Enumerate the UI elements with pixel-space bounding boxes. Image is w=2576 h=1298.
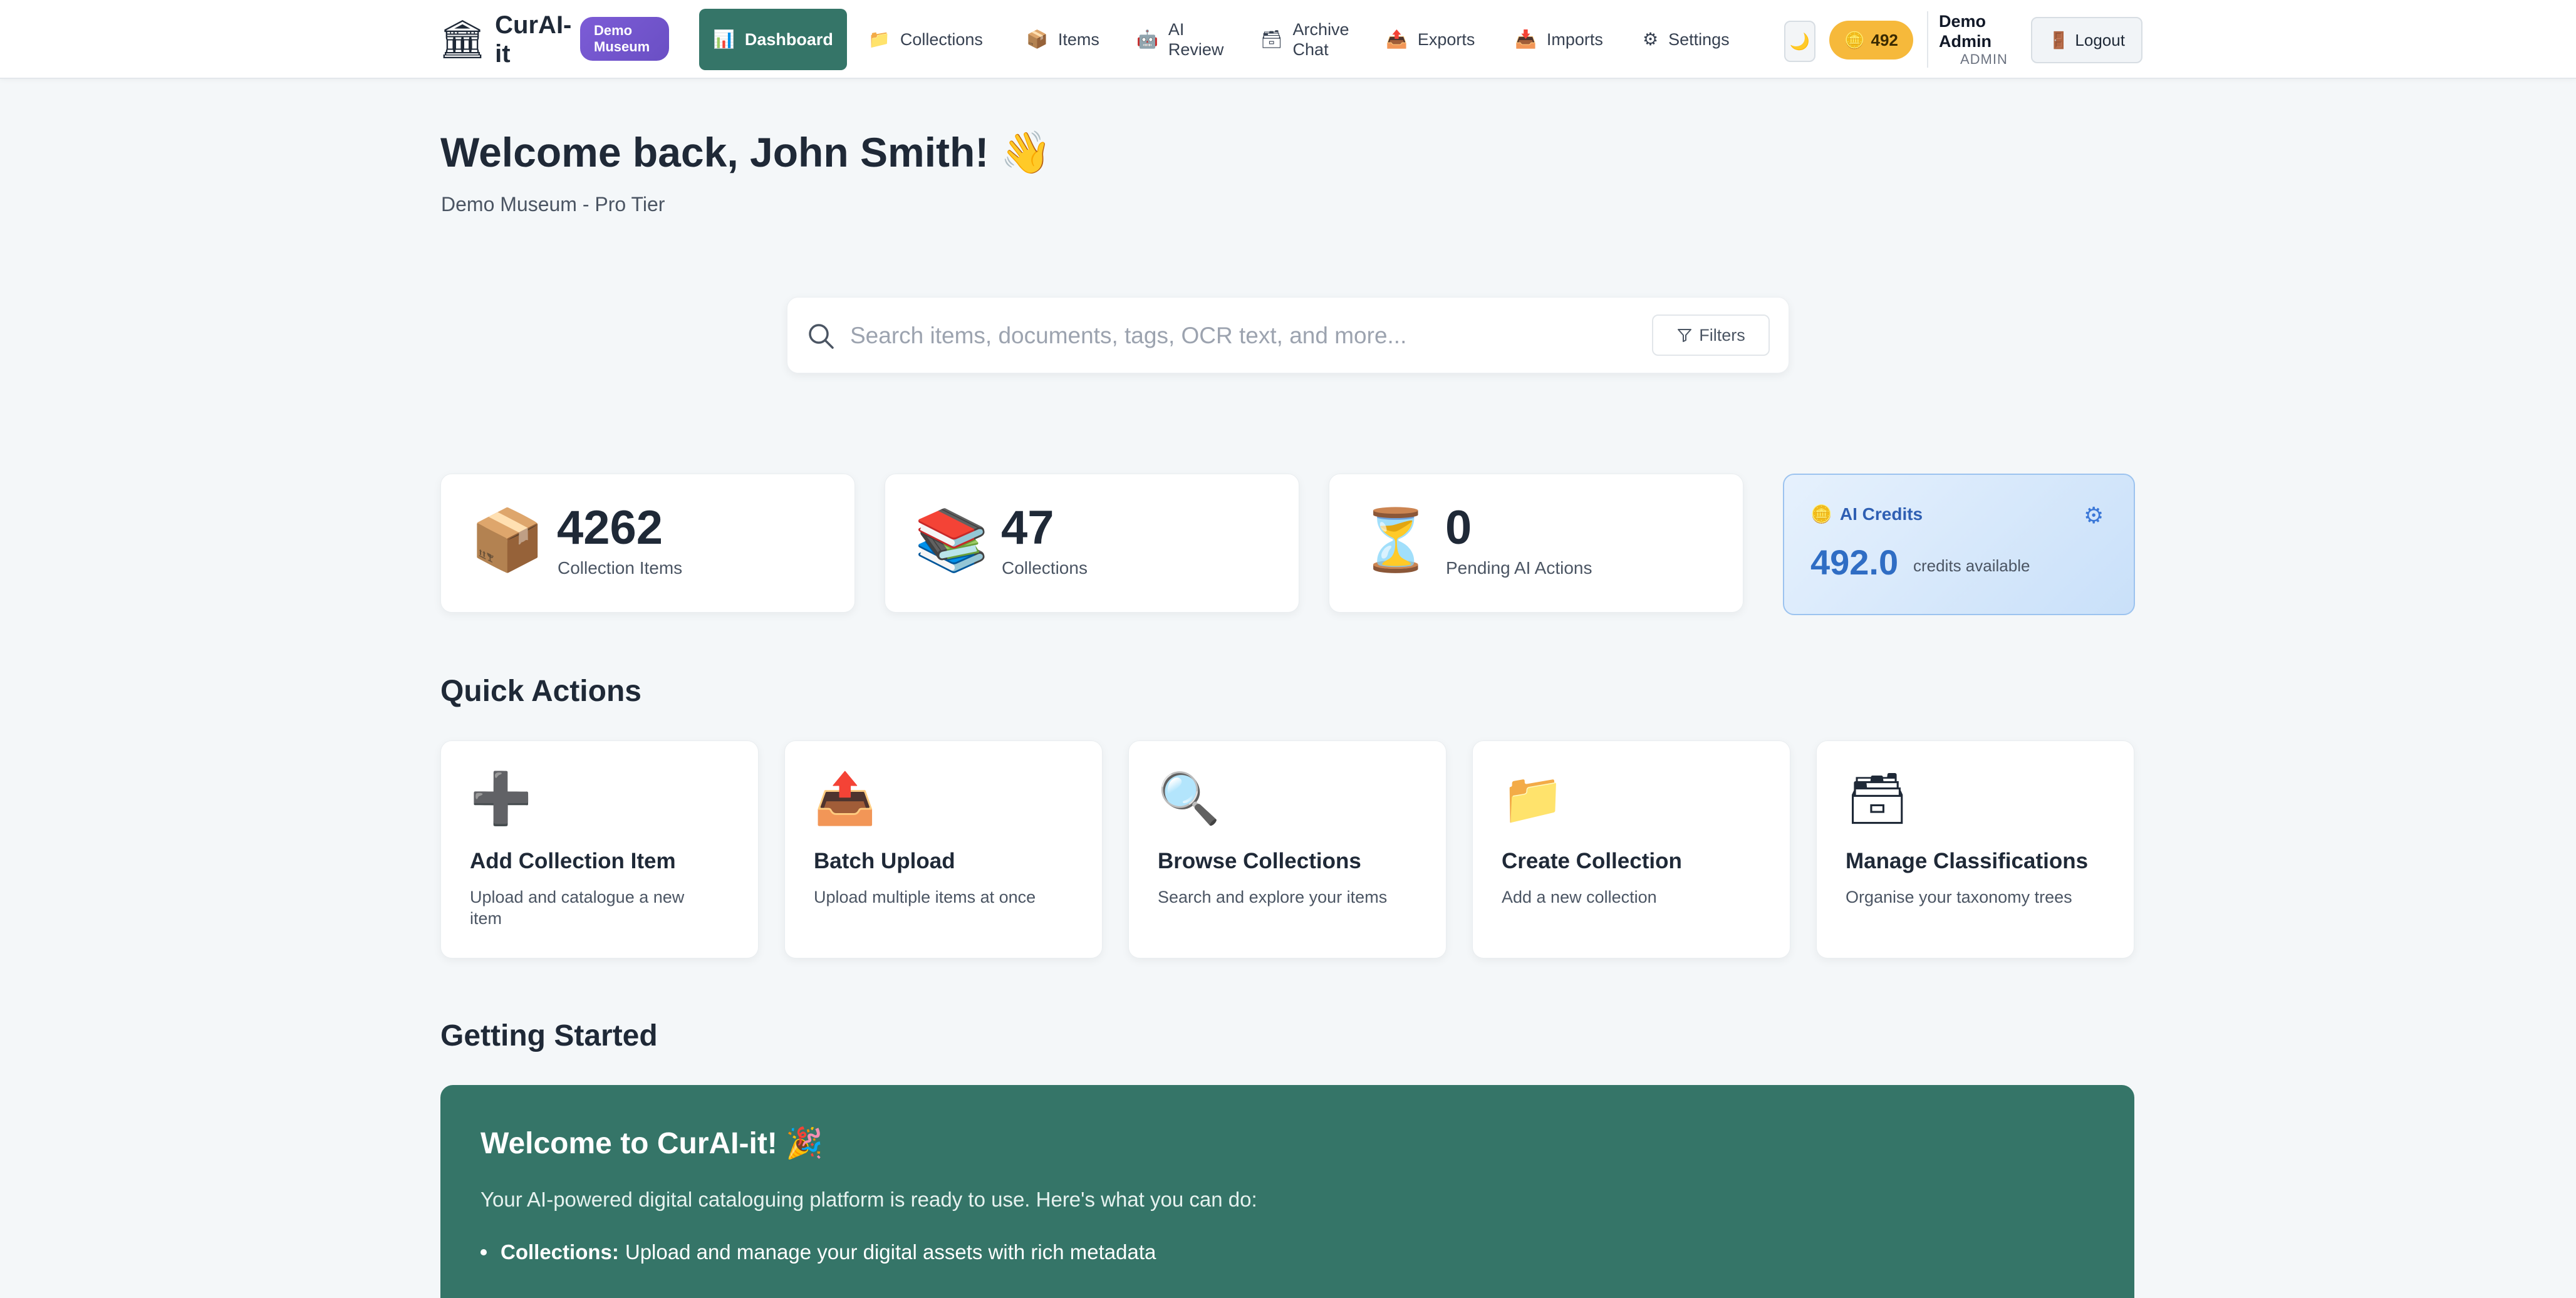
stat-card-pending-ai[interactable]: ⏳ 0 Pending AI Actions: [1329, 474, 1743, 613]
nav-imports[interactable]: 📥 Imports: [1501, 9, 1617, 70]
gear-icon: ⚙: [1643, 29, 1659, 49]
batch-upload-card[interactable]: 📤 Batch Upload Upload multiple items at …: [784, 740, 1103, 958]
nav-dashboard[interactable]: 📊 Dashboard: [699, 9, 847, 70]
nav-collections[interactable]: 📁 Collections: [854, 9, 997, 70]
page-subtitle: Demo Museum - Pro Tier: [441, 193, 665, 215]
stat-value: 0: [1445, 501, 1472, 554]
ai-credits-title-row: 🪙 AI Credits: [1810, 504, 1923, 524]
nav-label: Settings: [1668, 30, 1730, 49]
gs-bullet-text: Upload and manage your digital assets wi…: [625, 1240, 1156, 1264]
nav-ai-review[interactable]: 🤖 AI Review: [1123, 9, 1245, 70]
stat-card-collections[interactable]: 📚 47 Collections: [885, 474, 1299, 613]
filters-button[interactable]: Filters: [1652, 314, 1770, 356]
nav-label: Imports: [1546, 30, 1603, 49]
credits-pill-value: 492: [1871, 30, 1898, 49]
nav-label: Archive Chat: [1292, 20, 1349, 59]
bullet-dot: [480, 1249, 487, 1255]
credits-pill[interactable]: 🪙 492: [1829, 21, 1913, 60]
global-search: Filters: [787, 297, 1789, 373]
search-icon: [809, 324, 834, 349]
nav-label: AI Review: [1168, 20, 1224, 59]
user-name: Demo Admin: [1939, 12, 1992, 51]
coin-icon: 🪙: [1810, 504, 1832, 524]
archive-box-icon: 🗃: [1260, 29, 1283, 49]
folder-icon: 📁: [868, 29, 890, 49]
filters-label: Filters: [1699, 325, 1745, 345]
gs-feature-list: Collections: Upload and manage your digi…: [480, 1240, 1156, 1264]
qa-desc: Search and explore your items: [1158, 888, 1388, 906]
inbox-icon: 📥: [1515, 29, 1537, 49]
nav-label: Collections: [900, 30, 983, 49]
plus-icon: ➕: [470, 771, 532, 826]
coin-icon: 🪙: [1844, 30, 1865, 49]
top-navbar: 🏛 CurAI-it Demo Museum 📊 Dashboard 📁 Col…: [0, 0, 2576, 79]
chart-icon: 📊: [713, 29, 735, 49]
stat-label: Pending AI Actions: [1446, 558, 1592, 578]
nav-archive-chat[interactable]: 🗃 Archive Chat: [1247, 9, 1376, 70]
gs-bullet-term: Collections:: [501, 1240, 619, 1264]
robot-icon: 🤖: [1136, 29, 1158, 49]
add-collection-item-card[interactable]: ➕ Add Collection Item Upload and catalog…: [440, 740, 759, 958]
ai-credits-title: AI Credits: [1839, 504, 1923, 524]
stat-card-items[interactable]: 📦 4262 Collection Items: [440, 474, 855, 613]
magnifier-icon: 🔍: [1158, 771, 1220, 826]
logout-button[interactable]: 🚪 Logout: [2031, 17, 2142, 63]
create-collection-card[interactable]: 📁 Create Collection Add a new collection: [1472, 740, 1790, 958]
museum-icon: 🏛: [439, 18, 487, 60]
books-icon: 📚: [914, 507, 989, 574]
search-input[interactable]: [850, 316, 1602, 355]
qa-desc: Upload multiple items at once: [814, 888, 1036, 906]
qa-title: Manage Classifications: [1846, 849, 2089, 873]
card-file-box-icon: 🗃: [1846, 771, 1909, 826]
theme-toggle-button[interactable]: 🌙: [1784, 21, 1815, 62]
gear-icon[interactable]: ⚙: [2084, 502, 2104, 529]
user-role: ADMIN: [1960, 51, 2008, 67]
stat-value: 47: [1001, 501, 1054, 554]
outbox-icon: 📤: [1386, 29, 1408, 49]
manage-classifications-card[interactable]: 🗃 Manage Classifications Organise your t…: [1816, 740, 2134, 958]
quick-actions-heading: Quick Actions: [440, 675, 641, 708]
qa-desc: Upload and catalogue a new item: [470, 888, 685, 928]
filter-icon: [1678, 329, 1692, 342]
ai-credits-value: 492.0: [1810, 543, 1899, 582]
qa-title: Create Collection: [1502, 849, 1682, 873]
list-item: Collections: Upload and manage your digi…: [480, 1240, 1156, 1264]
nav-label: Items: [1057, 30, 1099, 49]
ai-credits-card[interactable]: 🪙 AI Credits ⚙ 492.0 credits available: [1783, 474, 2135, 615]
app-name: CurAI-it: [495, 11, 572, 68]
qa-desc: Organise your taxonomy trees: [1846, 888, 2072, 906]
nav-label: Dashboard: [744, 30, 833, 49]
moon-icon: 🌙: [1789, 31, 1810, 51]
nav-exports[interactable]: 📤 Exports: [1372, 9, 1488, 70]
getting-started-panel: Welcome to CurAI-it! 🎉 Your AI-powered d…: [440, 1085, 2134, 1298]
package-icon: 📦: [470, 507, 545, 574]
qa-title: Add Collection Item: [470, 849, 676, 873]
stat-label: Collection Items: [558, 558, 683, 578]
nav-settings[interactable]: ⚙ Settings: [1629, 9, 1743, 70]
page-title: Welcome back, John Smith! 👋: [440, 129, 1052, 175]
nav-items[interactable]: 📦 Items: [1012, 9, 1113, 70]
getting-started-heading: Getting Started: [440, 1019, 658, 1052]
outbox-icon: 📤: [814, 771, 876, 826]
package-icon: 📦: [1026, 29, 1048, 49]
door-icon: 🚪: [2049, 30, 2069, 49]
nav-label: Exports: [1417, 30, 1475, 49]
stat-value: 4262: [557, 501, 663, 554]
qa-title: Batch Upload: [814, 849, 955, 873]
tenant-badge: Demo Museum: [580, 17, 669, 61]
logout-label: Logout: [2075, 30, 2125, 49]
qa-title: Browse Collections: [1158, 849, 1361, 873]
qa-desc: Add a new collection: [1502, 888, 1657, 906]
gs-panel-title: Welcome to CurAI-it! 🎉: [480, 1127, 823, 1160]
user-menu[interactable]: Demo Admin ADMIN: [1928, 11, 2008, 68]
folder-icon: 📁: [1502, 771, 1564, 826]
ai-credits-caption: credits available: [1913, 556, 2030, 575]
gs-intro: Your AI-powered digital cataloguing plat…: [480, 1188, 1257, 1211]
brand-logo[interactable]: 🏛 CurAI-it: [439, 10, 576, 69]
browse-collections-card[interactable]: 🔍 Browse Collections Search and explore …: [1128, 740, 1446, 958]
stat-label: Collections: [1002, 558, 1088, 578]
hourglass-icon: ⏳: [1358, 507, 1433, 574]
